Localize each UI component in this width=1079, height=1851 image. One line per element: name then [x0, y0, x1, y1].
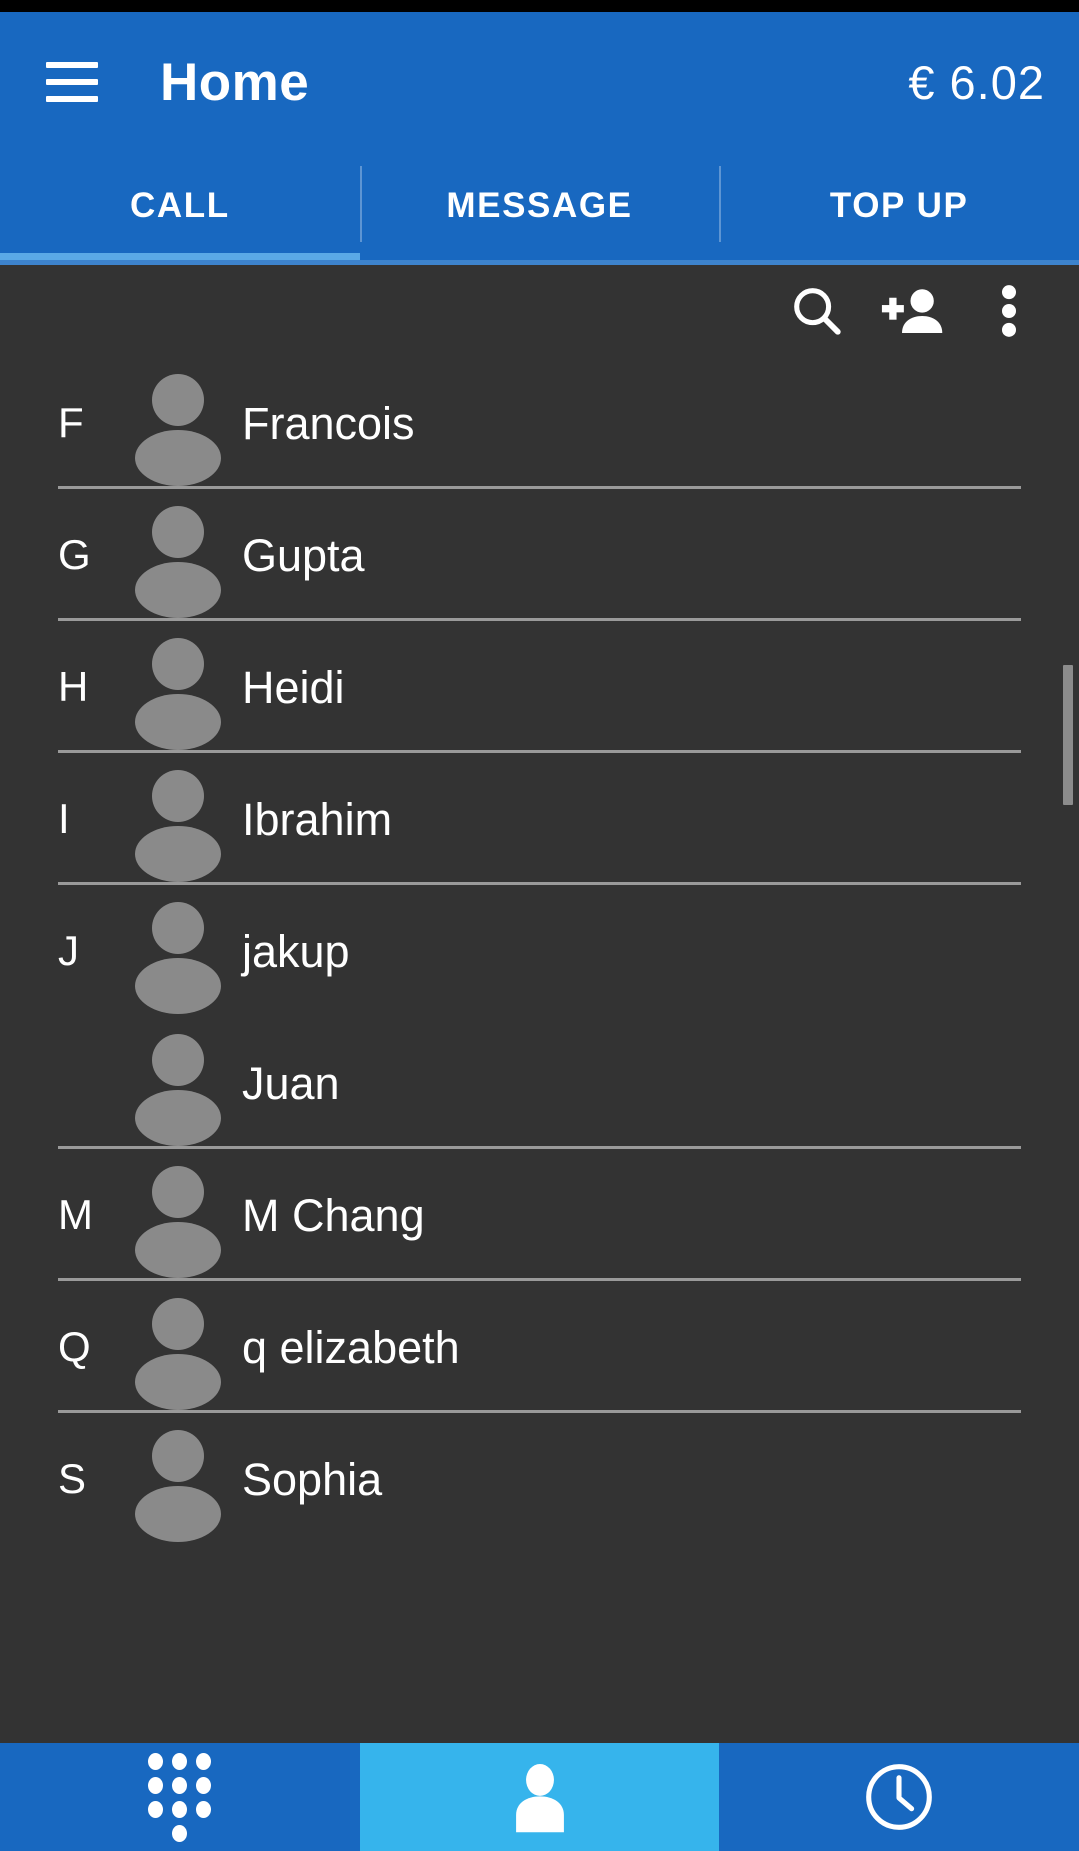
avatar: [135, 896, 221, 1014]
avatar-head: [152, 374, 204, 426]
section-letter: Q: [58, 1323, 91, 1370]
tab-call[interactable]: CALL: [0, 152, 360, 260]
search-icon[interactable]: [769, 265, 865, 357]
avatar: [135, 1292, 221, 1410]
dialpad-dot: [196, 1752, 212, 1770]
dialpad-dot-blank: [196, 1825, 211, 1842]
avatar-body: [135, 1090, 221, 1146]
avatar-head: [152, 1034, 204, 1086]
avatar: [135, 632, 221, 750]
section-letter: M: [58, 1191, 93, 1238]
hamburger-line: [46, 79, 98, 85]
avatar-head: [152, 770, 204, 822]
contact-name: Sophia: [242, 1453, 383, 1505]
section-letter: J: [58, 927, 79, 974]
app-bar: Home € 6.02: [0, 12, 1079, 152]
contacts-tab[interactable]: [359, 1743, 720, 1851]
dialpad-tab[interactable]: [0, 1743, 360, 1851]
avatar-head: [152, 1166, 204, 1218]
dialpad-dot: [172, 1800, 188, 1818]
hamburger-line: [46, 96, 98, 102]
contact-name: jakup: [242, 925, 350, 977]
dialpad-dot: [172, 1752, 188, 1770]
contact-name: Ibrahim: [242, 793, 393, 845]
contact-name: M Chang: [242, 1189, 425, 1241]
contact-name: q elizabeth: [242, 1321, 460, 1373]
section-letter: H: [58, 663, 89, 710]
avatar-body: [135, 694, 221, 750]
avatar-body: [135, 430, 221, 486]
contact-name: Francois: [242, 397, 415, 449]
avatar-body: [135, 958, 221, 1014]
contact-row[interactable]: S Sophia: [0, 1413, 1079, 1545]
avatar-head: [152, 638, 204, 690]
avatar: [135, 1160, 221, 1278]
tab-bar: CALL MESSAGE TOP UP: [0, 152, 1079, 260]
section-letter: I: [58, 795, 70, 842]
recents-tab[interactable]: [719, 1743, 1079, 1851]
contact-row[interactable]: Qq elizabeth: [0, 1281, 1079, 1413]
avatar-head: [152, 902, 204, 954]
contact-row[interactable]: M M Chang: [0, 1149, 1079, 1281]
section-letter: G: [58, 531, 91, 578]
contact-row[interactable]: Jjakup: [0, 885, 1079, 1017]
avatar-head: [152, 1298, 204, 1350]
avatar: [135, 1028, 221, 1146]
overflow-menu-icon[interactable]: [961, 265, 1057, 357]
dialpad-dot: [148, 1800, 164, 1818]
dialpad-icon: [148, 1752, 212, 1842]
dialpad-dot: [172, 1776, 188, 1794]
tab-message[interactable]: MESSAGE: [359, 152, 720, 260]
contact-row[interactable]: F Francois: [0, 357, 1079, 489]
status-bar: [0, 0, 1079, 12]
person-icon: [515, 1763, 564, 1833]
avatar-body: [135, 1354, 221, 1410]
avatar-body: [135, 562, 221, 618]
contact-name: Juan: [242, 1057, 340, 1109]
dialpad-dot: [148, 1752, 164, 1770]
tab-top-up-label: TOP UP: [829, 186, 969, 225]
dialpad-dot: [196, 1776, 212, 1794]
dialpad-dot: [172, 1824, 188, 1842]
dialpad-dot: [196, 1800, 212, 1818]
section-letter: F: [58, 399, 84, 446]
page-title: Home: [160, 52, 310, 112]
avatar-head: [152, 506, 204, 558]
contact-row[interactable]: G Gupta: [0, 489, 1079, 621]
avatar: [135, 764, 221, 882]
contact-name: Gupta: [242, 529, 365, 581]
tab-message-label: MESSAGE: [446, 186, 633, 225]
avatar-head: [152, 1430, 204, 1482]
avatar-body: [135, 1486, 221, 1542]
contact-name: Heidi: [242, 661, 345, 713]
contact-row[interactable]: I Ibrahim: [0, 753, 1079, 885]
clock-icon: [866, 1764, 933, 1830]
hamburger-menu-icon[interactable]: [46, 62, 98, 102]
tab-active-indicator: [0, 253, 360, 260]
contact-row[interactable]: H Heidi: [0, 621, 1079, 753]
avatar: [135, 368, 221, 486]
dialpad-dot-blank: [148, 1825, 163, 1842]
contact-row[interactable]: Juan: [0, 1017, 1079, 1149]
list-toolbar: [0, 265, 1079, 357]
avatar: [135, 500, 221, 618]
tab-call-label: CALL: [129, 186, 230, 225]
avatar-body: [135, 826, 221, 882]
contact-list[interactable]: F Francois G Gupta H Heidi I Ibrahim Jjakup Juan M…: [0, 357, 1079, 1545]
avatar-body: [135, 1222, 221, 1278]
account-balance[interactable]: € 6.02: [908, 55, 1045, 110]
app-screen: Home € 6.02 CALL MESSAGE TOP UP F Franco…: [0, 0, 1079, 1851]
contacts-panel: F Francois G Gupta H Heidi I Ibrahim Jjakup Juan M…: [0, 265, 1079, 1720]
tab-top-up[interactable]: TOP UP: [719, 152, 1079, 260]
avatar: [135, 1424, 221, 1542]
hamburger-line: [46, 62, 98, 68]
bottom-navigation: [0, 1743, 1079, 1851]
add-contact-icon[interactable]: [865, 265, 961, 357]
section-letter: S: [58, 1455, 87, 1502]
dialpad-dot: [148, 1776, 164, 1794]
